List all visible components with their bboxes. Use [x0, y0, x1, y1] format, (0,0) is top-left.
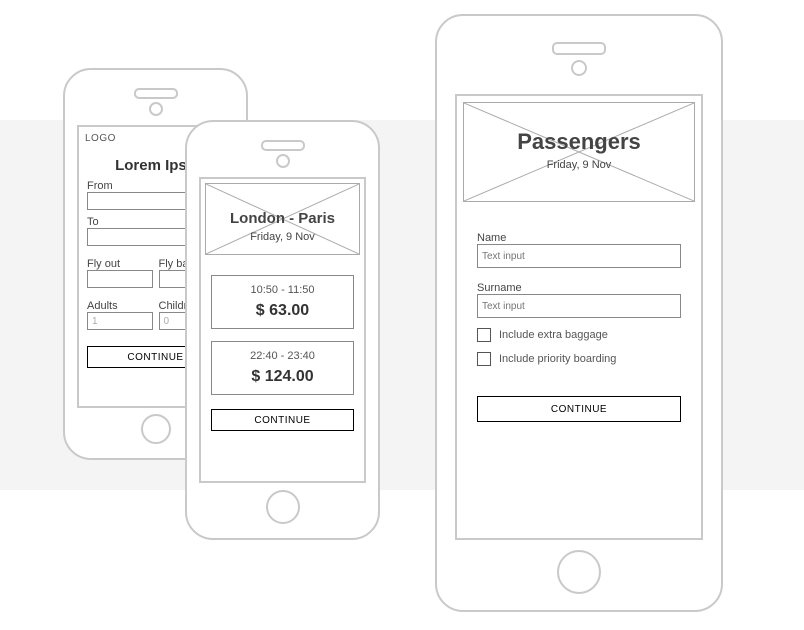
- flyout-input[interactable]: [87, 270, 153, 288]
- label-surname: Surname: [477, 282, 681, 294]
- phone-speaker: [552, 42, 606, 55]
- header-box: Passengers Friday, 9 Nov: [463, 102, 695, 202]
- header-box: London - Paris Friday, 9 Nov: [205, 183, 360, 255]
- page-title: Passengers: [464, 103, 694, 155]
- continue-button[interactable]: CONTINUE: [477, 396, 681, 422]
- checkbox-icon: [477, 352, 491, 366]
- flight-price: $ 124.00: [216, 368, 349, 386]
- route-date: Friday, 9 Nov: [206, 227, 359, 253]
- phone-speaker: [134, 88, 178, 99]
- label-name: Name: [477, 232, 681, 244]
- logo: LOGO: [85, 133, 116, 144]
- checkbox-priority-boarding[interactable]: Include priority boarding: [477, 352, 681, 366]
- flight-time: 10:50 - 11:50: [216, 284, 349, 296]
- home-button[interactable]: [557, 550, 601, 594]
- phone-speaker: [261, 140, 305, 151]
- flight-card[interactable]: 22:40 - 23:40 $ 124.00: [211, 341, 354, 395]
- home-button[interactable]: [266, 490, 300, 524]
- page-date: Friday, 9 Nov: [464, 155, 694, 181]
- checkbox-extra-baggage[interactable]: Include extra baggage: [477, 328, 681, 342]
- screen-flights: LOGO London - Paris Friday, 9 Nov 10:50 …: [199, 177, 366, 483]
- phone-flights: LOGO London - Paris Friday, 9 Nov 10:50 …: [185, 120, 380, 540]
- checkbox-icon: [477, 328, 491, 342]
- screen-passengers: LOGO Passengers Friday, 9 Nov Name Surna…: [455, 94, 703, 540]
- label-adults: Adults: [87, 300, 153, 312]
- surname-input[interactable]: [477, 294, 681, 318]
- phone-passengers: LOGO Passengers Friday, 9 Nov Name Surna…: [435, 14, 723, 612]
- home-button[interactable]: [141, 414, 171, 444]
- flight-card[interactable]: 10:50 - 11:50 $ 63.00: [211, 275, 354, 329]
- continue-button[interactable]: CONTINUE: [211, 409, 354, 431]
- route-title: London - Paris: [206, 184, 359, 227]
- checkbox-label: Include priority boarding: [499, 353, 616, 365]
- phone-sensor: [149, 102, 163, 116]
- flight-price: $ 63.00: [216, 302, 349, 320]
- name-input[interactable]: [477, 244, 681, 268]
- flight-time: 22:40 - 23:40: [216, 350, 349, 362]
- checkbox-label: Include extra baggage: [499, 329, 608, 341]
- adults-stepper[interactable]: [87, 312, 153, 330]
- phone-sensor: [276, 154, 290, 168]
- label-flyout: Fly out: [87, 258, 153, 270]
- phone-sensor: [571, 60, 587, 76]
